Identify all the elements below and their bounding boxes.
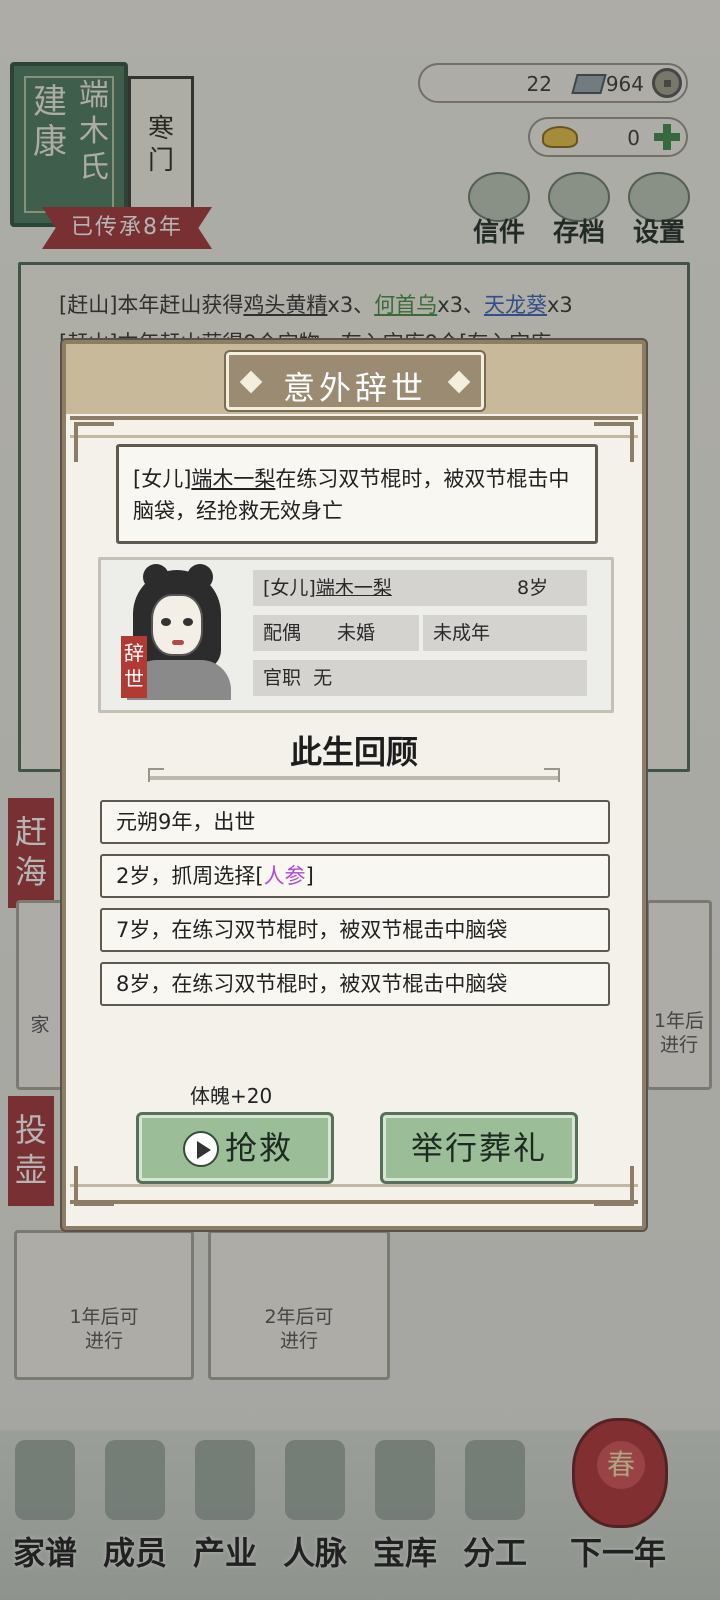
frame-top xyxy=(70,416,638,438)
character-relation: [女儿] xyxy=(263,577,316,599)
rescue-label: 抢救 xyxy=(224,1129,293,1167)
death-modal: 意外辞世 [女儿]端木一梨在练习双节棍时，被双节棍击中脑袋，经抢救无效身亡 辞世… xyxy=(62,340,646,1230)
review-divider xyxy=(148,768,560,782)
office-value: 无 xyxy=(313,667,333,689)
office-label: 官职 xyxy=(263,667,302,689)
spouse-cell: 配偶 未婚 xyxy=(253,615,419,651)
frame-corner xyxy=(74,422,114,462)
rescue-button[interactable]: 抢救 xyxy=(136,1112,334,1184)
avatar-lip xyxy=(172,640,184,645)
deceased-seal: 辞世 xyxy=(121,636,147,698)
spouse-value: 未婚 xyxy=(337,622,376,644)
funeral-label: 举行葬礼 xyxy=(410,1129,547,1167)
play-ad-icon xyxy=(183,1131,219,1167)
event-text: ] xyxy=(305,864,314,888)
character-name-cell: [女儿]端木一梨 8岁 xyxy=(253,570,587,606)
spouse-label: 配偶 xyxy=(263,622,302,644)
avatar-bun xyxy=(143,564,169,590)
adult-status-cell: 未成年 xyxy=(423,615,587,651)
frame-corner xyxy=(594,422,634,462)
avatar-bun xyxy=(187,564,213,590)
desc-name-link[interactable]: 端木一梨 xyxy=(191,467,275,491)
life-event-item: 7岁，在练习双节棍时，被双节棍击中脑袋 xyxy=(100,908,610,952)
frame-corner xyxy=(74,1166,114,1206)
character-avatar: 辞世 xyxy=(115,564,239,704)
avatar-face xyxy=(151,594,203,656)
frame-corner xyxy=(594,1166,634,1206)
life-event-item: 2岁，抓周选择[人参] xyxy=(100,854,610,898)
character-age: 8岁 xyxy=(517,577,549,599)
character-name-link[interactable]: 端木一梨 xyxy=(316,577,392,599)
death-description: [女儿]端木一梨在练习双节棍时，被双节棍击中脑袋，经抢救无效身亡 xyxy=(116,444,598,544)
modal-title: 意外辞世 xyxy=(282,369,427,407)
life-review-title: 此生回顾 xyxy=(289,733,418,771)
life-event-item: 元朔9年，出世 xyxy=(100,800,610,844)
event-highlight: 人参 xyxy=(263,864,306,888)
avatar-eye xyxy=(183,618,193,626)
funeral-button[interactable]: 举行葬礼 xyxy=(380,1112,578,1184)
desc-text: [女儿] xyxy=(133,467,192,491)
modal-title-plaque: 意外辞世 xyxy=(226,352,484,410)
office-cell: 官职 无 xyxy=(253,660,587,696)
frame-bottom xyxy=(70,1184,638,1204)
event-text: 2岁，抓周选择[ xyxy=(116,864,264,888)
life-event-item: 8岁，在练习双节棍时，被双节棍击中脑袋 xyxy=(100,962,610,1006)
avatar-eye xyxy=(161,618,171,626)
rescue-bonus: 体魄+20 xyxy=(190,1084,273,1108)
character-card: 辞世 [女儿]端木一梨 8岁 配偶 未婚 未成年 官职 无 xyxy=(98,557,614,713)
